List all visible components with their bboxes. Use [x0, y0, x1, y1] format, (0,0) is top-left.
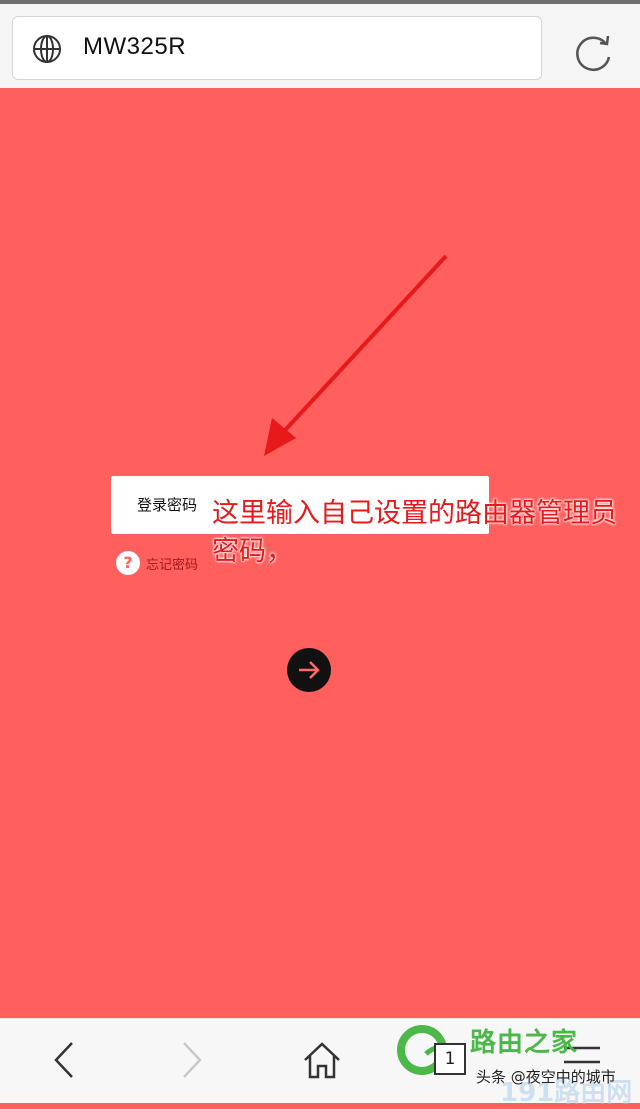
back-icon[interactable] — [48, 1040, 78, 1080]
arrow-right-icon — [299, 661, 320, 679]
browser-toolbar: MW325R — [0, 0, 640, 88]
annotation-text: 这里输入自己设置的路由器管理员密码， — [212, 498, 617, 567]
address-bar[interactable]: MW325R — [12, 16, 542, 80]
watermark-source: 头条 @夜空中的城市 — [476, 1068, 616, 1086]
reload-icon[interactable] — [570, 30, 616, 76]
watermark-brand: 路由之家 — [470, 1028, 579, 1058]
forward-icon[interactable] — [178, 1040, 208, 1080]
annotation-arrow — [264, 254, 448, 456]
question-icon: ? — [116, 551, 140, 575]
tabs-button[interactable]: 1 — [434, 1043, 466, 1075]
forgot-password-label: 忘记密码 — [146, 557, 199, 573]
login-button[interactable] — [287, 648, 331, 692]
password-label: 登录密码 — [137, 496, 198, 514]
address-text: MW325R — [83, 33, 187, 60]
home-icon[interactable] — [302, 1040, 342, 1080]
forgot-password-link[interactable]: ? 忘记密码 — [116, 550, 198, 576]
globe-icon — [33, 35, 61, 63]
